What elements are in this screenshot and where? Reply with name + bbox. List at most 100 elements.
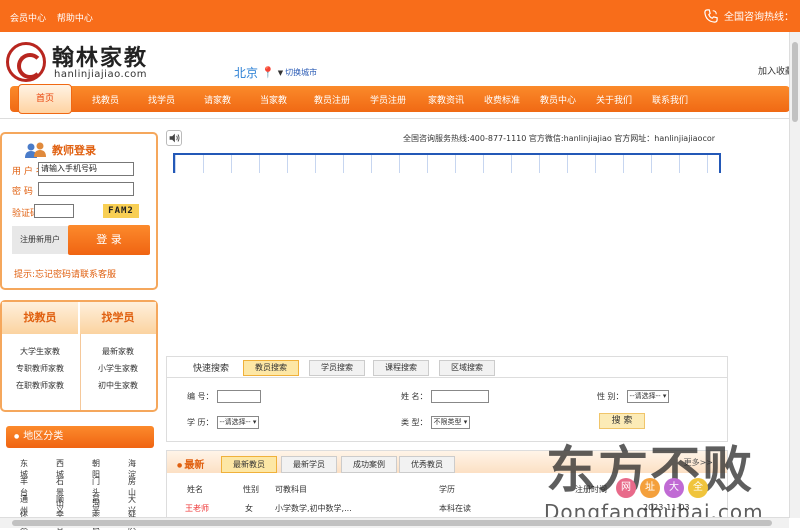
tab-excellent-teachers[interactable]: 优秀教员 bbox=[399, 456, 455, 473]
nav-item[interactable]: 找教员 bbox=[92, 93, 119, 106]
column-header: 姓名 bbox=[187, 485, 203, 494]
search-label: 快速搜索 bbox=[193, 364, 230, 374]
teacher-reg-date: 2023-11-03 bbox=[643, 503, 690, 512]
captcha-input[interactable] bbox=[34, 204, 74, 218]
username-input[interactable]: 请输入手机号码 bbox=[38, 162, 134, 176]
gender-field: 性 别： --请选择-- ▾ bbox=[597, 390, 670, 403]
teacher-login-panel: 教师登录 用 户 名 请输入手机号码 密 码 验证码 FAM2 注册新用户 登 … bbox=[0, 132, 158, 290]
education-select[interactable]: --请选择-- ▾ bbox=[216, 416, 260, 429]
column-header: 可教科目 bbox=[275, 485, 307, 494]
area-heading: 地区分类 bbox=[6, 426, 154, 448]
nav-item[interactable]: 学员注册 bbox=[370, 93, 406, 106]
top-links: 会员中心 帮助中心 bbox=[10, 11, 101, 24]
nav-item[interactable]: 请家教 bbox=[204, 93, 231, 106]
name-label: 姓 名： bbox=[401, 392, 428, 401]
tab-success-cases[interactable]: 成功案例 bbox=[341, 456, 397, 473]
users-icon bbox=[25, 142, 46, 158]
member-center-link[interactable]: 会员中心 bbox=[10, 14, 46, 24]
id-input[interactable] bbox=[216, 390, 261, 403]
tab-course-search[interactable]: 课程搜索 bbox=[373, 360, 429, 376]
name-input[interactable] bbox=[430, 390, 489, 403]
register-button[interactable]: 注册新用户 bbox=[12, 226, 68, 254]
category-link[interactable]: 大学生家教 bbox=[2, 346, 78, 357]
password-input[interactable] bbox=[38, 182, 134, 196]
caret-down-icon: ▼ bbox=[277, 68, 284, 77]
scrollbar-thumb[interactable] bbox=[12, 520, 772, 526]
hotline: 全国咨询热线： bbox=[704, 8, 794, 23]
category-link[interactable]: 专职教师家教 bbox=[2, 363, 78, 374]
nav-item[interactable]: 找学员 bbox=[148, 93, 175, 106]
tab-area-search[interactable]: 区域搜索 bbox=[439, 360, 495, 376]
id-field: 编 号： bbox=[187, 390, 261, 403]
login-title: 教师登录 bbox=[24, 142, 96, 158]
hotline-label: 全国咨询热线： bbox=[724, 12, 794, 23]
type-label: 类 型： bbox=[401, 418, 428, 427]
type-field: 类 型： 不限类型 ▾ bbox=[401, 416, 471, 429]
site-logo[interactable]: 翰林家教 hanlinjiajiao.com bbox=[6, 40, 166, 86]
logo-text: 翰林家教 bbox=[52, 45, 149, 71]
top-bar: 会员中心 帮助中心 全国咨询热线： bbox=[0, 0, 800, 32]
tab-latest-students[interactable]: 最新学员 bbox=[281, 456, 337, 473]
find-student-column: 找学员 最新家教 小学生家教 初中生家教 bbox=[80, 302, 156, 410]
latest-header: 最新 最新教员 最新学员 成功案例 优秀教员 更多>> bbox=[167, 451, 727, 473]
speaker-icon[interactable] bbox=[166, 130, 182, 146]
password-label: 密 码 bbox=[12, 187, 33, 197]
help-center-link[interactable]: 帮助中心 bbox=[57, 14, 93, 24]
education-label: 学 历： bbox=[187, 418, 214, 427]
teacher-name-link[interactable]: 王老师 bbox=[185, 503, 209, 514]
login-title-text: 教师登录 bbox=[52, 144, 96, 157]
column-header: 学历 bbox=[439, 485, 455, 494]
search-divider bbox=[167, 377, 727, 378]
nav-item[interactable]: 联系我们 bbox=[652, 93, 688, 106]
nav-item[interactable]: 收费标准 bbox=[484, 93, 520, 106]
category-link[interactable]: 在职教师家教 bbox=[2, 380, 78, 391]
teacher-gender: 女 bbox=[245, 504, 253, 513]
vertical-scrollbar[interactable] bbox=[789, 32, 800, 518]
switch-city-link[interactable]: 切换城市 bbox=[285, 67, 317, 78]
teacher-education: 本科在读 bbox=[439, 504, 471, 513]
logo-emblem-icon bbox=[6, 42, 46, 82]
type-select[interactable]: 不限类型 ▾ bbox=[430, 416, 471, 429]
main-nav: 首页 找教员 找学员 请家教 当家教 教员注册 学员注册 家教资讯 收费标准 教… bbox=[10, 84, 790, 114]
find-student-heading[interactable]: 找学员 bbox=[80, 302, 156, 334]
name-field: 姓 名： bbox=[401, 390, 489, 403]
horizontal-scrollbar[interactable] bbox=[0, 517, 789, 528]
tab-teacher-search[interactable]: 教员搜索 bbox=[243, 360, 299, 376]
education-field: 学 历： --请选择-- ▾ bbox=[187, 416, 260, 429]
nav-item-home[interactable]: 首页 bbox=[18, 84, 72, 114]
login-button[interactable]: 登 录 bbox=[68, 225, 150, 255]
location-pin-icon: 📍 bbox=[261, 66, 275, 79]
nav-item[interactable]: 教员注册 bbox=[314, 93, 350, 106]
gender-select[interactable]: --请选择-- ▾ bbox=[626, 390, 670, 403]
nav-item[interactable]: 教员中心 bbox=[540, 93, 576, 106]
latest-list-panel: 最新 最新教员 最新学员 成功案例 优秀教员 更多>> 姓名 性别 可教科目 学… bbox=[166, 450, 728, 520]
latest-title: 最新 bbox=[177, 456, 204, 471]
column-header: 性别 bbox=[243, 485, 259, 494]
nav-item[interactable]: 当家教 bbox=[260, 93, 287, 106]
category-link[interactable]: 最新家教 bbox=[80, 346, 156, 357]
category-link[interactable]: 小学生家教 bbox=[80, 363, 156, 374]
gender-label: 性 别： bbox=[597, 392, 624, 401]
more-link[interactable]: 更多>> bbox=[684, 457, 713, 468]
id-label: 编 号： bbox=[187, 392, 214, 401]
login-hint: 提示:忘记密码请联系客服 bbox=[14, 270, 117, 280]
logo-domain: hanlinjiajiao.com bbox=[54, 69, 148, 80]
scrollbar-thumb[interactable] bbox=[792, 42, 798, 122]
find-teacher-heading[interactable]: 找教员 bbox=[2, 302, 78, 334]
quick-search-panel: 快速搜索 教员搜索 学员搜索 课程搜索 区域搜索 编 号： 姓 名： 性 别： … bbox=[166, 356, 728, 442]
phone-icon bbox=[704, 8, 718, 23]
city-name: 北京 bbox=[234, 66, 259, 80]
nav-divider bbox=[0, 118, 790, 122]
teacher-subjects: 小学数学,初中数学,... bbox=[275, 504, 352, 513]
search-button[interactable]: 搜 索 bbox=[599, 413, 645, 429]
captcha-image[interactable]: FAM2 bbox=[103, 204, 139, 218]
tab-latest-teachers[interactable]: 最新教员 bbox=[221, 456, 277, 473]
column-header: 注册时间 bbox=[575, 485, 607, 494]
nav-item[interactable]: 家教资讯 bbox=[428, 93, 464, 106]
find-teacher-column: 找教员 大学生家教 专职教师家教 在职教师家教 bbox=[2, 302, 78, 410]
category-link[interactable]: 初中生家教 bbox=[80, 380, 156, 391]
nav-item[interactable]: 关于我们 bbox=[596, 93, 632, 106]
tab-student-search[interactable]: 学员搜索 bbox=[309, 360, 365, 376]
city-selector[interactable]: 北京 📍 ▼ 切换城市 bbox=[234, 64, 317, 81]
banner-map bbox=[173, 153, 721, 173]
